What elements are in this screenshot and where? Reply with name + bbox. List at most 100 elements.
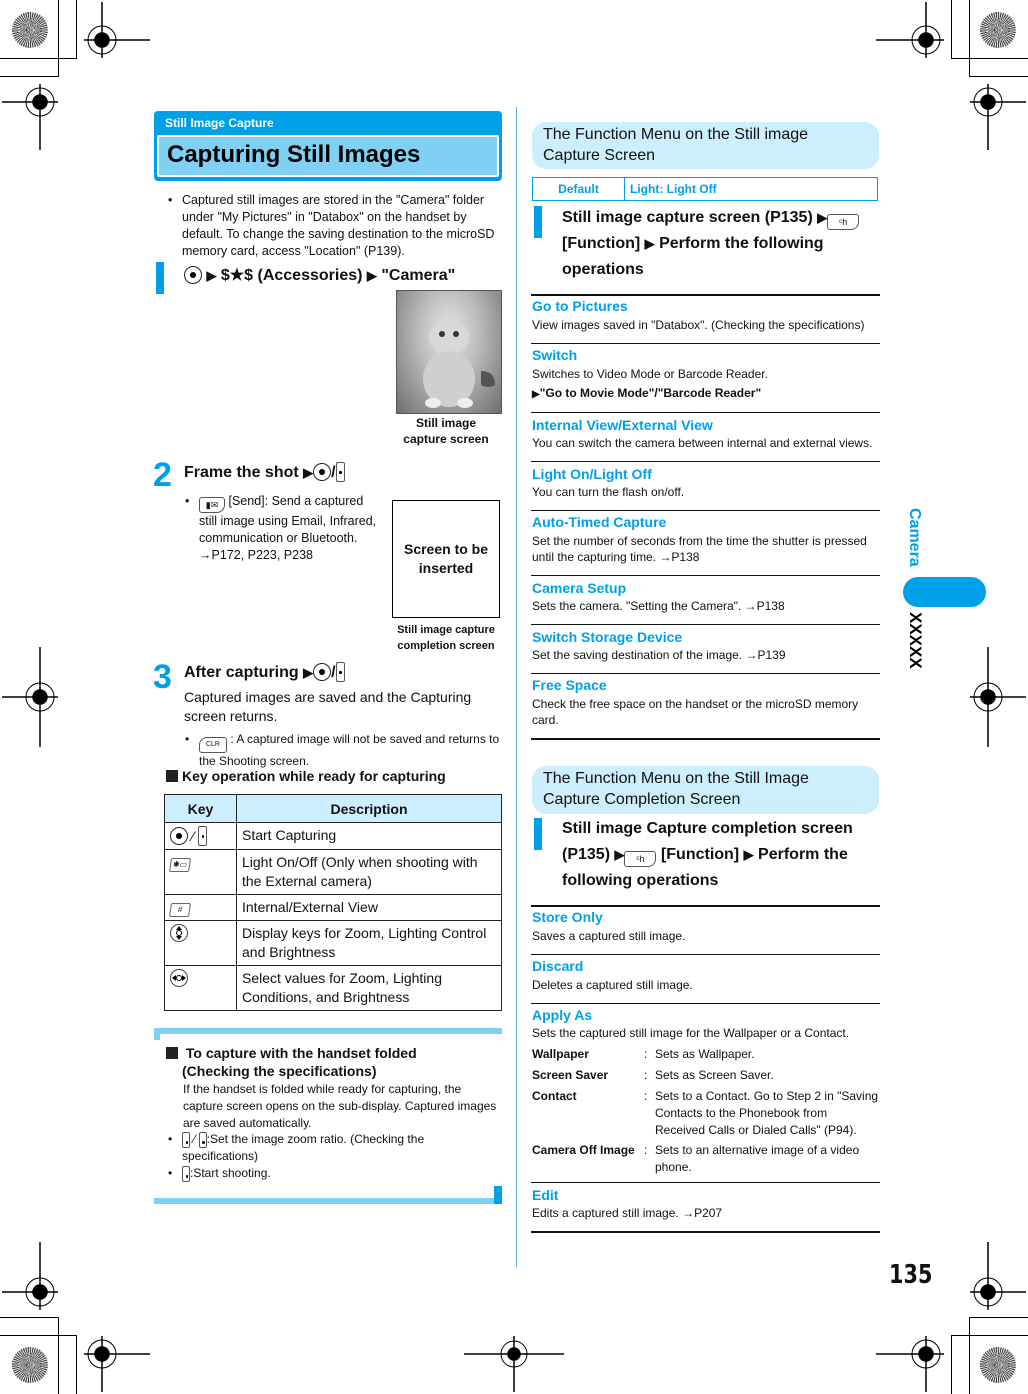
intro-bullet: Captured still images are stored in the … bbox=[166, 192, 502, 260]
menu-item-desc: Saves a captured still image. bbox=[532, 929, 686, 943]
menu-item-sub: ▶"Go to Movie Mode"/"Barcode Reader" bbox=[532, 385, 880, 403]
step-3-text: After capturing bbox=[184, 664, 299, 681]
send-bullet-text: [Send]: Send a captured still image usin… bbox=[199, 494, 377, 562]
page-title: Capturing Still Images bbox=[157, 135, 499, 177]
table-row: ✱▭ Light On/Off (Only when shooting with… bbox=[164, 849, 502, 895]
clear-bullet-text: : A captured image will not be saved and… bbox=[199, 732, 500, 768]
folded-handset-box: To capture with the handset folded (Chec… bbox=[154, 1028, 502, 1204]
table-row: ⁄ Start Capturing bbox=[164, 822, 502, 850]
up-down-key-icon bbox=[170, 924, 188, 942]
step-1-text-a: $★$ (Accessories) bbox=[220, 267, 363, 284]
option-name: Contact bbox=[532, 1089, 577, 1103]
option-name: Wallpaper bbox=[532, 1047, 589, 1061]
divider bbox=[531, 1182, 880, 1183]
folded-heading-line1: To capture with the handset folded bbox=[185, 1045, 417, 1061]
star-key-icon: ✱▭ bbox=[169, 858, 191, 872]
divider bbox=[531, 461, 880, 462]
step-2-instruction: Frame the shot ▶ / bbox=[184, 460, 345, 486]
default-value: Light: Light Off bbox=[630, 182, 717, 196]
apply-option-row: Contact: Sets to a Contact. Go to Step 2… bbox=[532, 1089, 879, 1137]
table-row: # Internal/External View bbox=[164, 894, 502, 921]
arrow-right-icon: ▶ bbox=[614, 847, 625, 862]
option-desc: Sets to an alternative image of a video … bbox=[655, 1143, 860, 1174]
registration-mark-right-mid bbox=[970, 647, 1026, 747]
divider bbox=[531, 905, 880, 907]
table-header-key: Key bbox=[164, 794, 237, 823]
divider bbox=[531, 673, 880, 674]
menu1-step-marker bbox=[534, 206, 542, 238]
menu-item-free-space: Free Space bbox=[532, 677, 607, 693]
table-row: Select values for Zoom, Lighting Conditi… bbox=[164, 965, 502, 1011]
menu-item-desc: Set the saving destination of the image.… bbox=[532, 648, 786, 662]
menu1-step-b: [Function] bbox=[562, 235, 641, 252]
registration-mark-tr2 bbox=[970, 84, 1026, 150]
menu-item-desc: Switches to Video Mode or Barcode Reader… bbox=[532, 367, 768, 381]
function-softkey-icon: ᶜh bbox=[624, 851, 657, 867]
divider bbox=[531, 294, 880, 296]
function-softkey-icon: ᶜh bbox=[827, 214, 860, 230]
arrow-right-icon: ▶ bbox=[817, 210, 828, 225]
menu-item-desc: Sets the captured still image for the Wa… bbox=[532, 1026, 850, 1040]
side-key-icon bbox=[335, 462, 345, 482]
send-softkey-icon: ▮✉ bbox=[199, 497, 225, 513]
divider bbox=[531, 343, 880, 344]
folded-bullet-zoom-text: :Set the image zoom ratio. (Checking the… bbox=[182, 1132, 425, 1163]
arrow-right-icon: ▶ bbox=[532, 389, 540, 400]
folded-bullet-shoot-text: :Start shooting. bbox=[190, 1166, 271, 1180]
menu2-step-marker bbox=[534, 818, 542, 850]
menu-item-desc: Set the number of seconds from the time … bbox=[532, 534, 867, 564]
option-name: Camera Off Image bbox=[532, 1143, 635, 1157]
registration-mark-br2 bbox=[876, 1336, 944, 1392]
menu-item-desc: You can switch the camera between intern… bbox=[532, 436, 873, 450]
left-right-key-icon bbox=[170, 969, 188, 987]
divider bbox=[531, 575, 880, 576]
description-cell: Light On/Off (Only when shooting with th… bbox=[236, 849, 502, 895]
section-header: Still Image Capture Capturing Still Imag… bbox=[154, 111, 502, 181]
step-3-number: 3 bbox=[153, 658, 172, 696]
side-down-key-icon bbox=[198, 1132, 207, 1148]
center-key-icon bbox=[184, 266, 202, 284]
folded-body: If the handset is folded while ready for… bbox=[183, 1082, 497, 1130]
step-2-number: 2 bbox=[153, 456, 172, 494]
arrow-right-icon: ▶ bbox=[206, 268, 217, 283]
step-1-instruction: ▶ $★$ (Accessories) ▶ "Camera" bbox=[184, 263, 504, 289]
divider bbox=[531, 1003, 880, 1004]
box-bottom-border bbox=[154, 1186, 502, 1204]
intro-bullet-text: Captured still images are stored in the … bbox=[182, 193, 495, 258]
menu-item-discard: Discard bbox=[532, 958, 584, 974]
clear-key-icon: CLR bbox=[199, 737, 227, 753]
menu-item-light: Light On/Light Off bbox=[532, 466, 652, 482]
folded-heading: To capture with the handset folded (Chec… bbox=[166, 1044, 496, 1080]
function-menu-header-2: The Function Menu on the Still Image Cap… bbox=[532, 766, 879, 814]
table-header-description: Description bbox=[236, 794, 502, 823]
divider bbox=[531, 510, 880, 511]
registration-mark-tr1 bbox=[876, 2, 944, 58]
send-bullet: ▮✉ [Send]: Send a captured still image u… bbox=[183, 493, 383, 564]
center-key-icon bbox=[313, 663, 332, 681]
menu-item-desc: Check the free space on the handset or t… bbox=[532, 697, 859, 727]
registration-mark-tl1 bbox=[84, 2, 150, 58]
registration-mark-bl1 bbox=[2, 1242, 58, 1310]
arrow-right-icon: ▶ bbox=[303, 665, 314, 680]
still-image-capture-screenshot bbox=[396, 290, 502, 414]
step-2-text: Frame the shot bbox=[184, 464, 299, 481]
menu-item-camera-setup: Camera Setup bbox=[532, 580, 627, 596]
option-desc: Sets as Screen Saver. bbox=[655, 1068, 774, 1082]
menu-item-go-to-pictures: Go to Pictures bbox=[532, 298, 628, 314]
key-table-heading: Key operation while ready for capturing bbox=[166, 768, 446, 784]
key-cell bbox=[164, 920, 237, 966]
key-cell: # bbox=[164, 894, 237, 921]
arrow-right-icon: ▶ bbox=[743, 847, 754, 862]
menu-item-switch-storage: Switch Storage Device bbox=[532, 629, 683, 645]
completion-screen-caption: Still image capture completion screen bbox=[397, 624, 495, 652]
menu-item-desc: Edits a captured still image. →P207 bbox=[532, 1206, 723, 1220]
description-cell: Start Capturing bbox=[236, 822, 502, 850]
key-cell bbox=[164, 965, 237, 1011]
menu-item-apply-as: Apply As bbox=[532, 1007, 593, 1023]
step-3-instruction: After capturing ▶ / bbox=[184, 660, 345, 686]
divider bbox=[531, 1231, 880, 1233]
default-setting-row: Default Light: Light Off bbox=[532, 177, 878, 201]
side-key-icon bbox=[182, 1166, 190, 1182]
chapter-tab-marker bbox=[903, 577, 986, 607]
description-cell: Display keys for Zoom, Lighting Control … bbox=[236, 920, 502, 966]
